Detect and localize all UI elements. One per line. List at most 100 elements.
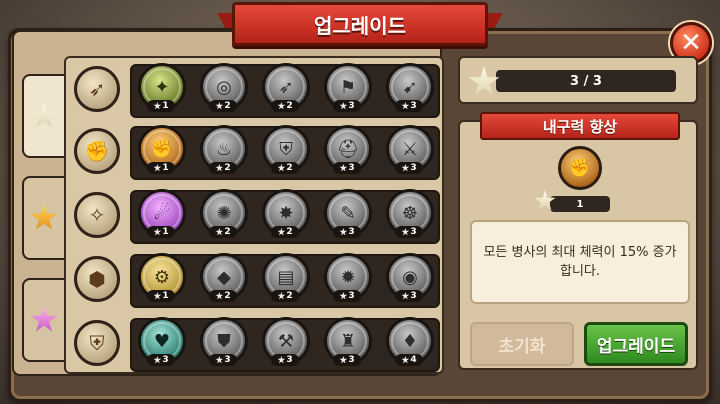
star-tab-gold[interactable]: [22, 176, 64, 260]
reset-button[interactable]: 초기화: [470, 322, 574, 366]
gold-star-icon: [30, 204, 58, 230]
skill-node[interactable]: ✎ 3: [324, 189, 372, 238]
flexed-arm-icon: ✊: [568, 157, 592, 179]
skill-node[interactable]: ✸ 2: [262, 189, 310, 238]
skill-node[interactable]: ▤ 2: [262, 253, 310, 302]
skill-cost-badge: 2: [271, 290, 299, 302]
skill-cost-value: 2: [286, 101, 293, 111]
skill-cost-value: 1: [162, 163, 169, 173]
star-icon: [401, 164, 410, 172]
skill-cost-value: 1: [162, 227, 169, 237]
skill-cost-badge: 3: [395, 226, 423, 238]
skill-cost-badge: 2: [209, 100, 237, 112]
skill-cost-value: 2: [286, 163, 293, 173]
skill-cost-badge: 3: [395, 290, 423, 302]
skill-node[interactable]: ◉ 3: [386, 253, 434, 302]
skill-node[interactable]: ♨ 2: [200, 125, 248, 174]
skill-node[interactable]: ♦ 4: [386, 317, 434, 366]
star-icon: [339, 292, 348, 300]
skill-node[interactable]: ☄ 1: [138, 189, 186, 238]
skill-cost-badge: 2: [209, 162, 237, 174]
star-icon: [215, 292, 224, 300]
skill-node[interactable]: ⛨ 2: [262, 125, 310, 174]
skill-node[interactable]: ⚒ 3: [262, 317, 310, 366]
skill-node[interactable]: ♜ 3: [324, 317, 372, 366]
star-icon: [339, 164, 348, 172]
star-icon: [339, 102, 348, 110]
star-count-value: 3 / 3: [570, 73, 602, 89]
skill-row: ➶ ✦ 1 ◎ 2 ➶ 2 ⚑ 3 ➹ 3: [66, 60, 444, 118]
upgrade-button-label: 업그레이드: [596, 336, 676, 357]
skill-cost-value: 3: [348, 291, 355, 301]
skill-cost-value: 3: [348, 101, 355, 111]
skill-cost-badge: 1: [147, 226, 175, 238]
skill-cost-value: 2: [224, 291, 231, 301]
fist-icon: ✊: [74, 128, 120, 174]
skill-cost-value: 3: [410, 227, 417, 237]
skill-cost-badge: 2: [271, 100, 299, 112]
skill-cost-badge: 2: [271, 226, 299, 238]
star-icon: [215, 102, 224, 110]
skill-node[interactable]: ⚑ 3: [324, 63, 372, 112]
skill-description-box: 모든 병사의 최대 체력이 15% 증가합니다.: [470, 220, 690, 304]
knight-helmet-icon: ⛨: [74, 320, 120, 366]
star-tab-pink[interactable]: [22, 278, 64, 362]
skill-node[interactable]: ⛑ 3: [324, 125, 372, 174]
star-icon: [401, 292, 410, 300]
star-icon: [153, 228, 162, 236]
skill-node[interactable]: ➶ 2: [262, 63, 310, 112]
skill-node[interactable]: ◎ 2: [200, 63, 248, 112]
star-icon: [277, 164, 286, 172]
skill-cost-value: 3: [348, 355, 355, 365]
star-icon: [277, 102, 286, 110]
skill-node[interactable]: ✦ 1: [138, 63, 186, 112]
star-tab-white[interactable]: [22, 74, 64, 158]
skill-cost-value: 2: [286, 227, 293, 237]
skill-node[interactable]: ⛊ 3: [200, 317, 248, 366]
star-icon: [277, 356, 286, 364]
skill-row: ✧ ☄ 1 ✺ 2 ✸ 2 ✎ 3 ☸ 3: [66, 186, 444, 244]
skill-cost-value: 1: [576, 198, 584, 210]
skill-node[interactable]: ☸ 3: [386, 189, 434, 238]
skill-row: ⬢ ⚙ 1 ◆ 2 ▤ 2 ✹ 3 ◉ 3: [66, 250, 444, 308]
skill-title: 내구력 향상: [542, 117, 618, 136]
star-icon: [277, 228, 286, 236]
skill-cost-value: 2: [286, 291, 293, 301]
skill-cost-value: 3: [410, 291, 417, 301]
star-icon: [339, 228, 348, 236]
star-icon: [215, 164, 224, 172]
skill-cost-value: 3: [162, 355, 169, 365]
skill-cost-value: 3: [224, 355, 231, 365]
skill-cost-badge: 2: [209, 290, 237, 302]
skill-cost-badge: 2: [209, 226, 237, 238]
star-icon: [153, 102, 162, 110]
skill-cost-value: 2: [224, 227, 231, 237]
skill-cost-badge: 3: [333, 100, 361, 112]
white-star-icon: [30, 102, 58, 128]
skill-node[interactable]: ➹ 3: [386, 63, 434, 112]
skill-node[interactable]: ♥ 3: [138, 317, 186, 366]
skill-cost-badge: 3: [271, 354, 299, 366]
close-icon: ✕: [680, 28, 702, 58]
star-icon: [215, 356, 224, 364]
skill-cost-value: 1: [162, 291, 169, 301]
skill-node[interactable]: ✊ 1: [138, 125, 186, 174]
skill-cost-value: 3: [348, 227, 355, 237]
skill-cost-badge: 3: [333, 226, 361, 238]
skill-node[interactable]: ✹ 3: [324, 253, 372, 302]
skill-cost-value: 3: [410, 163, 417, 173]
skill-cost-badge: 3: [395, 162, 423, 174]
skill-cost-value: 2: [224, 101, 231, 111]
skill-node[interactable]: ⚙ 1: [138, 253, 186, 302]
skill-node[interactable]: ✺ 2: [200, 189, 248, 238]
cost-star-icon: [534, 190, 556, 211]
window-title: 업그레이드: [314, 13, 406, 38]
star-icon: [153, 356, 162, 364]
upgrade-button[interactable]: 업그레이드: [584, 322, 688, 366]
skill-node[interactable]: ⚔ 3: [386, 125, 434, 174]
skill-row: ✊ ✊ 1 ♨ 2 ⛨ 2 ⛑ 3 ⚔ 3: [66, 122, 444, 180]
skill-node[interactable]: ◆ 2: [200, 253, 248, 302]
skill-cost-badge: 3: [333, 290, 361, 302]
skill-detail-box: 내구력 향상 ✊ 1 모든 병사의 최대 체력이 15% 증가합니다. 초기화 …: [458, 112, 698, 370]
skill-cost-value: 3: [286, 355, 293, 365]
